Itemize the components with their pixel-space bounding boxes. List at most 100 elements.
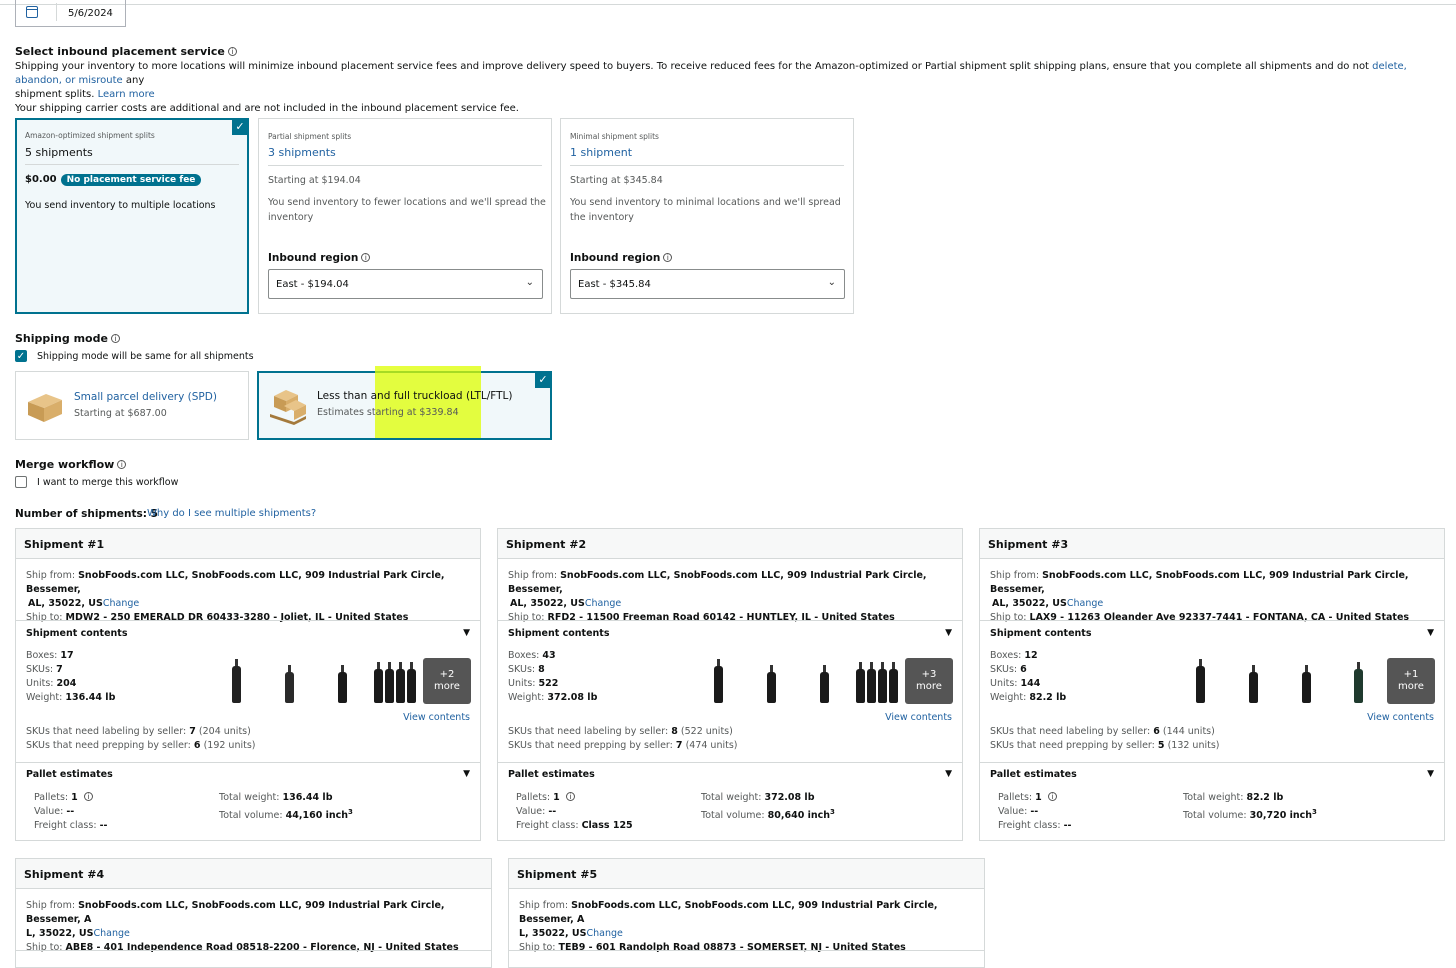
info-icon[interactable]: i bbox=[361, 253, 371, 262]
info-icon[interactable]: i bbox=[565, 792, 575, 801]
parcel-box-icon bbox=[28, 394, 62, 422]
region-select[interactable]: East - $345.84 ⌄ bbox=[570, 269, 845, 299]
shipment-card-5: Shipment #5 Ship from: SnobFoods.com LLC… bbox=[508, 858, 985, 968]
pallet-icon bbox=[270, 390, 306, 425]
product-image bbox=[714, 659, 723, 703]
info-icon[interactable]: i bbox=[83, 792, 93, 801]
change-link[interactable]: Change bbox=[94, 928, 130, 939]
option-partial[interactable]: Partial shipment splits 3 shipments Star… bbox=[258, 118, 552, 314]
option-label: Partial shipment splits bbox=[268, 132, 352, 141]
change-link[interactable]: Change bbox=[1067, 598, 1103, 609]
pallet-stats: Pallets: 1 i Value: -- Freight class: -- bbox=[34, 792, 108, 831]
shipment-title: Shipment #2 bbox=[506, 538, 587, 551]
checkmark-icon: ✓ bbox=[232, 119, 248, 135]
product-image bbox=[285, 665, 294, 703]
change-link[interactable]: Change bbox=[585, 598, 621, 609]
option-label: Amazon-optimized shipment splits bbox=[25, 131, 155, 140]
option-text: You send inventory to multiple locations bbox=[25, 200, 216, 211]
option-price: Starting at $194.04 bbox=[268, 175, 361, 186]
change-link[interactable]: Change bbox=[587, 928, 623, 939]
caret-down-icon[interactable]: ▼ bbox=[1427, 769, 1434, 779]
info-icon[interactable]: i bbox=[117, 460, 127, 469]
ltl-title: Less than and full truckload (LTL/FTL) bbox=[317, 390, 513, 402]
more-products-button[interactable]: +2 more bbox=[423, 658, 471, 704]
merge-label: I want to merge this workflow bbox=[37, 477, 179, 488]
info-icon[interactable]: i bbox=[227, 47, 237, 56]
shipment-title: Shipment #5 bbox=[517, 868, 598, 881]
caret-down-icon[interactable]: ▼ bbox=[463, 769, 470, 779]
ship-from: Ship from: SnobFoods.com LLC, SnobFoods.… bbox=[508, 570, 927, 623]
product-image bbox=[396, 662, 405, 703]
labeling-prepping: SKUs that need labeling by seller: 7 (20… bbox=[26, 726, 256, 751]
caret-down-icon[interactable]: ▼ bbox=[1427, 628, 1434, 638]
change-link[interactable]: Change bbox=[103, 598, 139, 609]
product-image bbox=[867, 662, 876, 703]
option-price: $0.00 bbox=[25, 174, 57, 185]
contents-header[interactable]: Shipment contents bbox=[508, 627, 609, 641]
pallet-header[interactable]: Pallet estimates bbox=[990, 768, 1077, 782]
option-count: 5 shipments bbox=[25, 146, 93, 159]
region-label: Inbound region bbox=[570, 252, 661, 264]
pallet-header[interactable]: Pallet estimates bbox=[508, 768, 595, 782]
num-shipments: Number of shipments: 5 bbox=[15, 508, 158, 520]
learn-more-link[interactable]: Learn more bbox=[98, 89, 155, 100]
product-image bbox=[374, 662, 383, 703]
chevron-down-icon: ⌄ bbox=[525, 277, 534, 288]
same-mode-checkbox[interactable]: ✓ bbox=[15, 350, 27, 362]
chevron-down-icon: ⌄ bbox=[827, 277, 836, 288]
caret-down-icon[interactable]: ▼ bbox=[463, 628, 470, 638]
merge-checkbox[interactable] bbox=[15, 476, 27, 488]
contents-header[interactable]: Shipment contents bbox=[26, 627, 127, 641]
pallet-stats: Pallets: 1 i Value: -- Freight class: -- bbox=[998, 792, 1072, 831]
highlight-marker bbox=[375, 366, 481, 438]
placement-title: Select inbound placement service i bbox=[15, 45, 237, 58]
shipment-card-3: Shipment #3 Ship from: SnobFoods.com LLC… bbox=[979, 528, 1445, 841]
shipment-title: Shipment #4 bbox=[24, 868, 105, 881]
product-image bbox=[232, 659, 241, 703]
caret-down-icon[interactable]: ▼ bbox=[945, 628, 952, 638]
option-count: 3 shipments bbox=[268, 146, 336, 159]
calendar-icon bbox=[26, 6, 38, 18]
view-contents-link[interactable]: View contents bbox=[885, 711, 952, 725]
contents-stats: Boxes: 43 SKUs: 8 Units: 522 Weight: 372… bbox=[508, 650, 598, 703]
shipment-card-4: Shipment #4 Ship from: SnobFoods.com LLC… bbox=[15, 858, 492, 968]
pallet-stats: Pallets: 1 i Value: -- Freight class: Cl… bbox=[516, 792, 633, 831]
view-contents-link[interactable]: View contents bbox=[403, 711, 470, 725]
option-label: Minimal shipment splits bbox=[570, 132, 659, 141]
product-image bbox=[820, 665, 829, 703]
pallet-totals: Total weight: 82.2 lb Total volume: 30,7… bbox=[1183, 792, 1317, 822]
caret-down-icon[interactable]: ▼ bbox=[945, 769, 952, 779]
region-select[interactable]: East - $194.04 ⌄ bbox=[268, 269, 543, 299]
ship-from: Ship from: SnobFoods.com LLC, SnobFoods.… bbox=[26, 900, 459, 953]
info-icon[interactable]: i bbox=[110, 334, 120, 343]
contents-header[interactable]: Shipment contents bbox=[990, 627, 1091, 641]
more-products-button[interactable]: +3 more bbox=[905, 658, 953, 704]
ship-to: TEB9 - 601 Randolph Road 08873 - SOMERSE… bbox=[558, 942, 906, 953]
option-price: Starting at $345.84 bbox=[570, 175, 663, 186]
product-image bbox=[889, 662, 898, 703]
why-multiple-link[interactable]: Why do I see multiple shipments? bbox=[147, 508, 316, 519]
option-minimal[interactable]: Minimal shipment splits 1 shipment Start… bbox=[560, 118, 854, 314]
date-value: 5/6/2024 bbox=[68, 8, 113, 19]
placement-description: Shipping your inventory to more location… bbox=[15, 61, 1407, 114]
pallet-header[interactable]: Pallet estimates bbox=[26, 768, 113, 782]
pallet-totals: Total weight: 372.08 lb Total volume: 80… bbox=[701, 792, 835, 822]
product-image bbox=[878, 662, 887, 703]
info-icon[interactable]: i bbox=[1047, 792, 1057, 801]
product-image bbox=[407, 662, 416, 703]
mode-spd[interactable]: Small parcel delivery (SPD) Starting at … bbox=[15, 371, 249, 440]
view-contents-link[interactable]: View contents bbox=[1367, 711, 1434, 725]
spd-price: Starting at $687.00 bbox=[74, 408, 167, 419]
option-count: 1 shipment bbox=[570, 146, 633, 159]
labeling-prepping: SKUs that need labeling by seller: 6 (14… bbox=[990, 726, 1220, 751]
top-divider bbox=[0, 4, 1456, 5]
shipment-card-1: Shipment #1 Ship from: SnobFoods.com LLC… bbox=[15, 528, 481, 841]
date-input[interactable]: 5/6/2024 bbox=[15, 0, 126, 27]
product-image bbox=[338, 665, 347, 703]
ship-from: Ship from: SnobFoods.com LLC, SnobFoods.… bbox=[26, 570, 445, 623]
product-image bbox=[767, 665, 776, 703]
info-icon[interactable]: i bbox=[663, 253, 673, 262]
spd-title: Small parcel delivery (SPD) bbox=[74, 391, 217, 403]
option-amazon-optimized[interactable]: ✓ Amazon-optimized shipment splits 5 shi… bbox=[15, 118, 249, 314]
more-products-button[interactable]: +1 more bbox=[1387, 658, 1435, 704]
